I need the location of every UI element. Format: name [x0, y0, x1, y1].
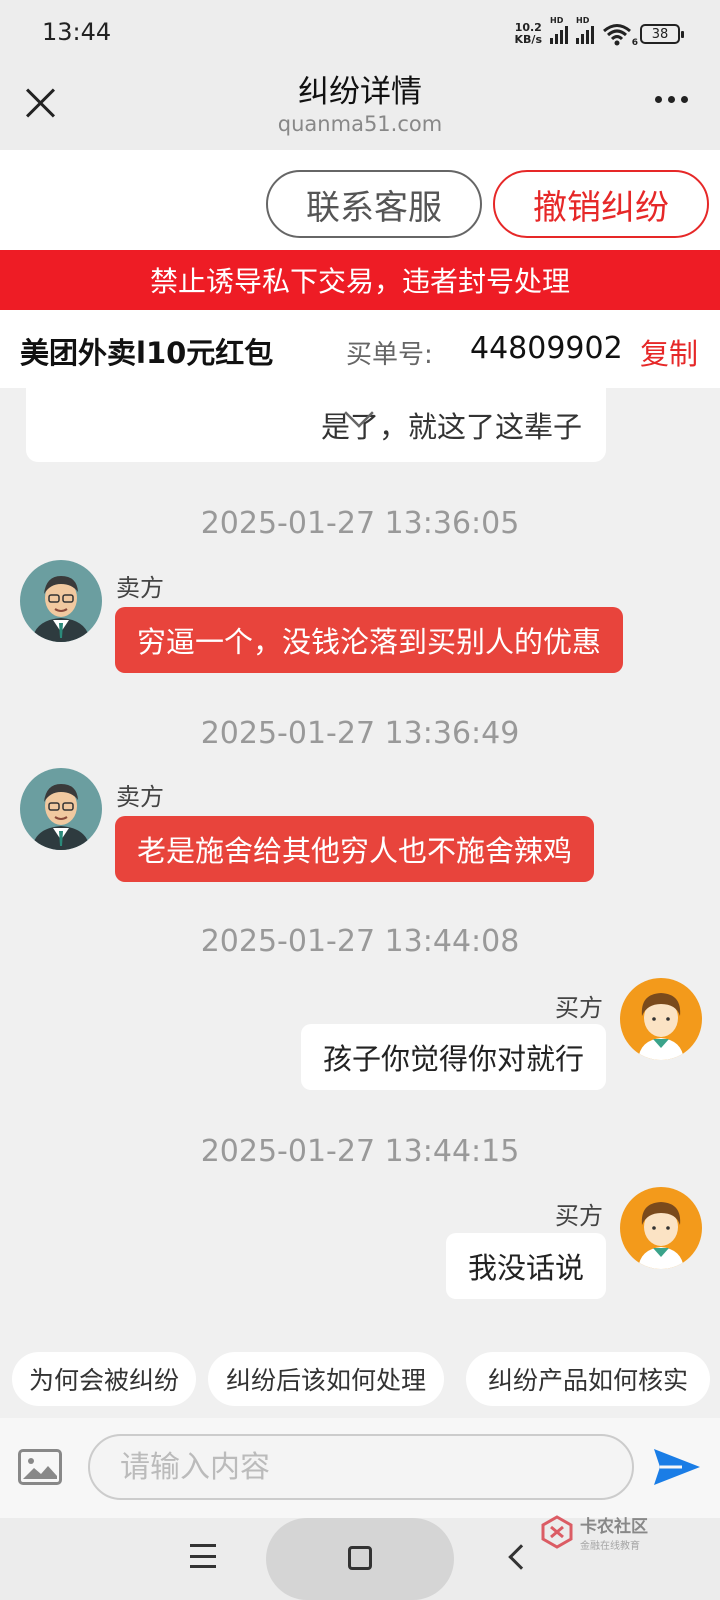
- watermark: 卡农社区 金融在线教育: [540, 1512, 648, 1552]
- hd-label-2: HD: [576, 16, 590, 25]
- quick-question-chip[interactable]: 为何会被纠纷: [12, 1352, 196, 1406]
- home-icon[interactable]: [348, 1546, 372, 1570]
- order-number-label: 买单号:: [346, 340, 433, 370]
- back-icon[interactable]: [508, 1544, 534, 1570]
- watermark-title: 卡农社区: [580, 1517, 648, 1537]
- image-icon[interactable]: [18, 1449, 62, 1485]
- header: 纠纷详情 quanma51.com: [0, 66, 720, 150]
- close-icon[interactable]: [22, 84, 58, 120]
- battery-icon: 38: [640, 24, 684, 44]
- product-name: 美团外卖l10元红包: [20, 336, 274, 370]
- buyer-avatar[interactable]: [620, 1187, 702, 1269]
- quick-question-chip[interactable]: 纠纷产品如何核实: [466, 1352, 710, 1406]
- page-domain: quanma51.com: [277, 112, 443, 136]
- page-title: 纠纷详情: [298, 74, 422, 110]
- message-timestamp: 2025-01-27 13:36:05: [200, 506, 520, 541]
- message-input[interactable]: [88, 1434, 634, 1500]
- wifi-icon: 6: [602, 22, 638, 48]
- sender-name: 买方: [555, 1202, 603, 1230]
- previous-message-bubble: 是了，就这了这辈子: [26, 388, 606, 462]
- status-time: 13:44: [42, 18, 112, 46]
- cancel-dispute-button[interactable]: 撤销纠纷: [493, 170, 709, 238]
- cell-signal-icon: HD: [550, 16, 568, 44]
- message-bubble: 孩子你觉得你对就行: [300, 1024, 606, 1090]
- sender-name: 买方: [555, 994, 603, 1022]
- seller-avatar[interactable]: [20, 768, 102, 850]
- sender-name: 卖方: [116, 574, 164, 602]
- contact-support-button[interactable]: 联系客服: [266, 170, 482, 238]
- network-speed: 10.2 KB/s: [515, 22, 542, 46]
- status-icons: 10.2 KB/s HD HD 6 38: [515, 16, 684, 48]
- hd-label: HD: [550, 16, 564, 25]
- warning-banner: 禁止诱导私下交易，违者封号处理: [0, 250, 720, 310]
- message-timestamp: 2025-01-27 13:44:15: [200, 1134, 520, 1169]
- message-timestamp: 2025-01-27 13:36:49: [200, 716, 520, 751]
- status-bar: 13:44 10.2 KB/s HD HD 6 38: [0, 0, 720, 66]
- more-options-icon[interactable]: [655, 96, 688, 103]
- input-bar: [0, 1418, 720, 1518]
- watermark-subtitle: 金融在线教育: [580, 1541, 640, 1552]
- message-bubble: 我没话说: [445, 1233, 606, 1299]
- battery-level: 38: [651, 26, 669, 42]
- order-number: 44809902: [470, 331, 623, 366]
- wifi-label: 6: [631, 38, 638, 48]
- network-speed-unit: KB/s: [514, 33, 542, 46]
- quick-question-chip[interactable]: 纠纷后该如何处理: [208, 1352, 444, 1406]
- copy-button[interactable]: 复制: [640, 331, 698, 373]
- action-bar: 联系客服 撤销纠纷: [0, 150, 720, 250]
- buyer-avatar[interactable]: [620, 978, 702, 1060]
- message-timestamp: 2025-01-27 13:44:08: [200, 924, 520, 959]
- recent-apps-icon[interactable]: [190, 1544, 216, 1568]
- cell-signal-icon-2: HD: [576, 16, 594, 44]
- order-info: 美团外卖l10元红包 买单号: 44809902 复制: [0, 310, 720, 388]
- sender-name: 卖方: [116, 783, 164, 811]
- send-icon[interactable]: [652, 1445, 702, 1489]
- seller-avatar[interactable]: [20, 560, 102, 642]
- message-bubble: 老是施舍给其他穷人也不施舍辣鸡: [115, 816, 595, 882]
- message-bubble: 穷逼一个，没钱沦落到买别人的优惠: [115, 607, 624, 673]
- watermark-logo-icon: [541, 1515, 573, 1549]
